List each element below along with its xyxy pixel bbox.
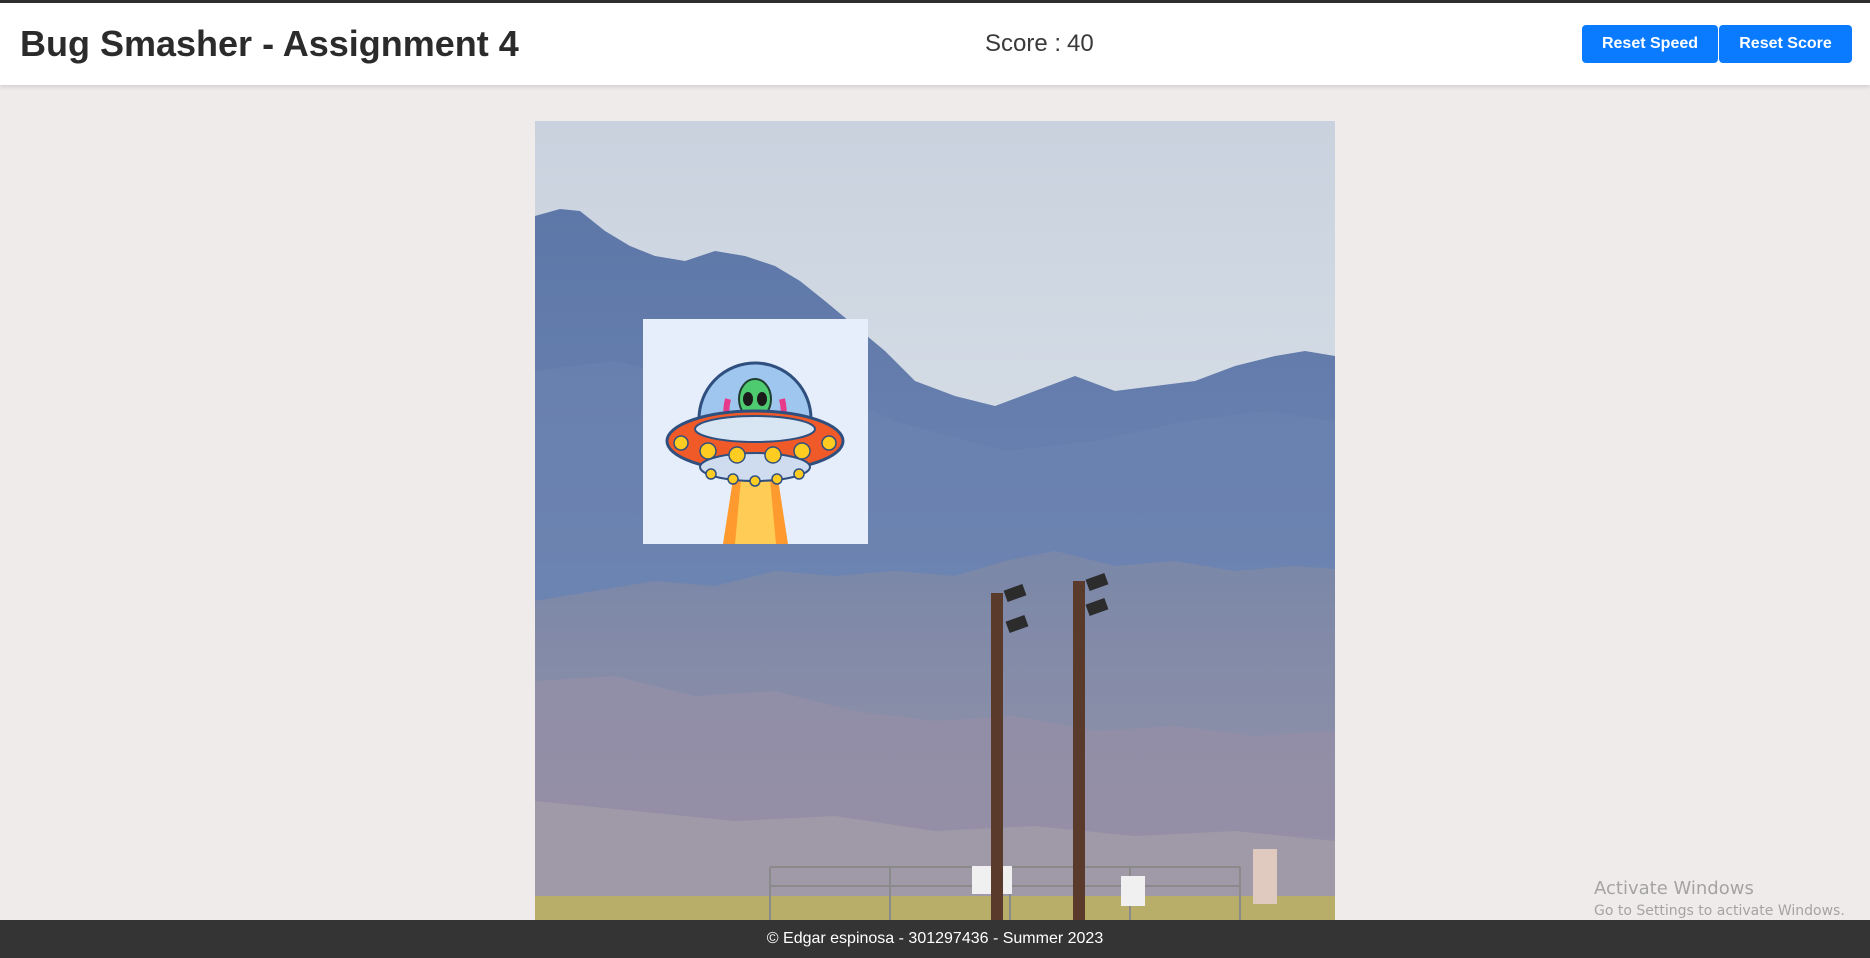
score-value: 40: [1067, 30, 1094, 57]
watermark-subtitle: Go to Settings to activate Windows.: [1594, 903, 1845, 919]
watermark-title: Activate Windows: [1594, 878, 1754, 899]
ufo-alien-target[interactable]: [643, 319, 868, 544]
reset-speed-button[interactable]: Reset Speed: [1582, 25, 1718, 63]
score-label: Score :: [985, 30, 1062, 57]
activate-windows-watermark: Activate Windows Go to Settings to activ…: [1594, 878, 1845, 919]
app-header: Bug Smasher - Assignment 4 Score :40 Res…: [0, 3, 1870, 85]
footer: © Edgar espinosa - 301297436 - Summer 20…: [0, 920, 1870, 958]
ufo-alien-icon: [665, 361, 845, 544]
score-display: Score :40: [985, 30, 1094, 58]
game-canvas[interactable]: [535, 121, 1335, 921]
reset-score-button[interactable]: Reset Score: [1719, 25, 1852, 63]
footer-text: © Edgar espinosa - 301297436 - Summer 20…: [766, 930, 1104, 947]
page-title: Bug Smasher - Assignment 4: [20, 23, 519, 64]
